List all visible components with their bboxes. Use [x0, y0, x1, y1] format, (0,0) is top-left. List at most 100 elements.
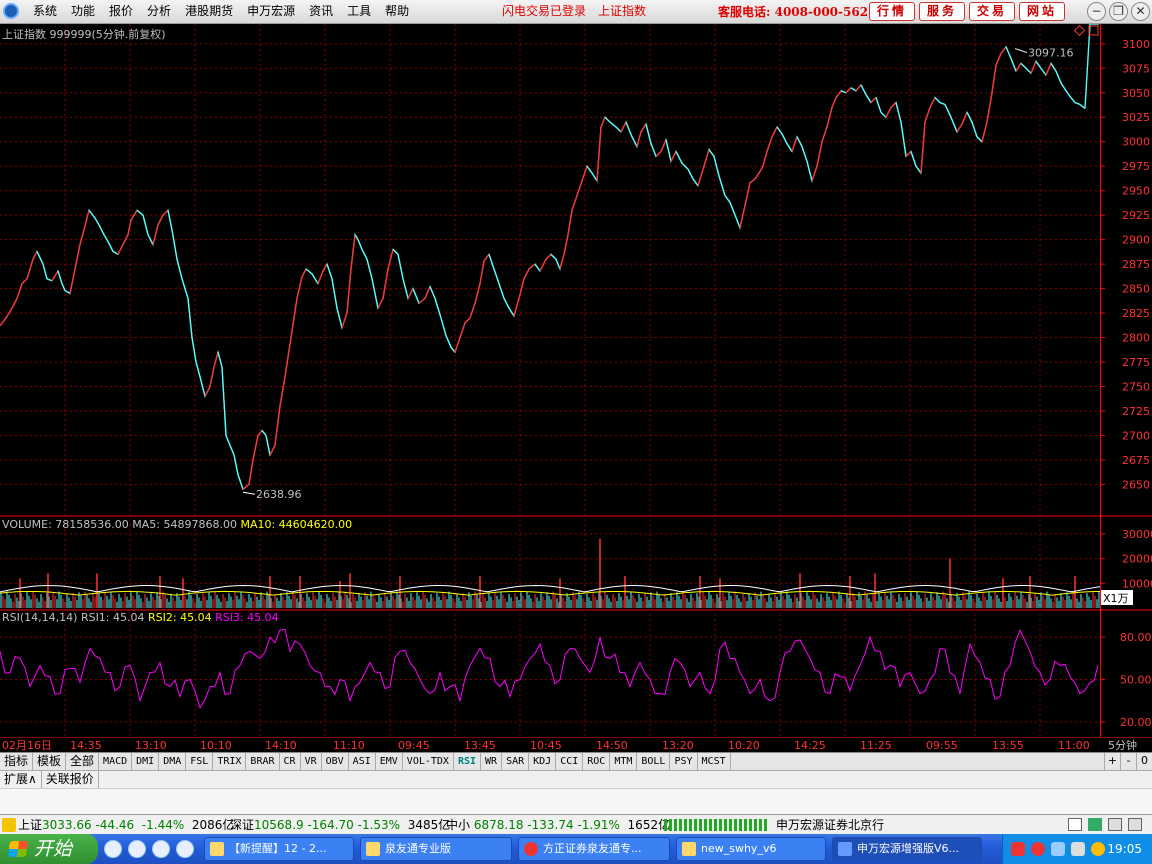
related-quote-tab[interactable]: 关联报价	[42, 771, 99, 788]
time-axis-label: 14:25	[794, 739, 826, 752]
kline-chart[interactable]: 3100 3075 3050 3025 3000 2975 2950 2925 2900 2875…	[0, 24, 1152, 752]
indicator-tabs: 指标 模板 全部 MACD DMI DMA FSL TRIX BRAR CR VR OBV ASI EMV…	[0, 753, 1152, 771]
indicator-tab-dma[interactable]: DMA	[159, 753, 187, 771]
price-tick-label: 2650	[1122, 478, 1150, 491]
indicator-tab-sar[interactable]: SAR	[502, 753, 530, 771]
indicator-tab-emv[interactable]: EMV	[376, 753, 403, 771]
ie-icon[interactable]	[104, 840, 122, 858]
indicator-tab-wr[interactable]: WR	[481, 753, 503, 771]
price-candle	[464, 317, 471, 324]
tray-app-icon[interactable]	[1011, 842, 1025, 856]
minimize-icon[interactable]: −	[1087, 2, 1106, 21]
taskbar-item-shenwan[interactable]: 申万宏源增强版V6...	[832, 837, 982, 861]
indicator-tab-cci[interactable]: CCI	[556, 753, 584, 771]
indicator-tab-roc[interactable]: ROC	[583, 753, 611, 771]
indicator-tab-macd[interactable]: MACD	[99, 753, 133, 771]
price-candle	[64, 289, 71, 295]
period-label: (5分钟.前复权)	[91, 28, 166, 41]
taskbar-item-reminder[interactable]: 【新提醒】12 - 2...	[204, 837, 354, 861]
rsi-tick-label: 20.00	[1120, 716, 1152, 729]
time-axis-label: 11:10	[333, 739, 365, 752]
indicator-tab-指标[interactable]: 指标	[0, 753, 34, 771]
settings-icon[interactable]	[1108, 818, 1122, 831]
sh-index[interactable]: 上证3033.66 -44.46 -1.44% 2086亿	[18, 815, 234, 835]
indicator-tab-brar[interactable]: BRAR	[246, 753, 280, 771]
start-button[interactable]: 开始	[0, 834, 98, 864]
restore-icon[interactable]: ❐	[1109, 2, 1128, 21]
window-icon[interactable]	[1068, 818, 1082, 831]
chart-area[interactable]: 3100 3075 3050 3025 3000 2975 2950 2925 2900 2875…	[0, 24, 1152, 752]
indicator-tab-vol-tdx[interactable]: VOL-TDX	[403, 753, 454, 771]
menu-quote[interactable]: 报价	[102, 0, 140, 24]
indicator-tab-mtm[interactable]: MTM	[610, 753, 638, 771]
tray-antivirus-icon[interactable]	[1031, 842, 1045, 856]
price-candle	[1079, 103, 1086, 109]
price-candle	[811, 165, 818, 182]
zx-index[interactable]: 中小 6878.18 -133.74 -1.91% 1652亿	[446, 815, 670, 835]
indicator-tab-dmi[interactable]: DMI	[132, 753, 160, 771]
tray-notify-icon[interactable]	[1091, 842, 1105, 856]
menu-analysis[interactable]: 分析	[140, 0, 178, 24]
price-candle	[1074, 101, 1081, 106]
menu-hk-futures[interactable]: 港股期货	[178, 0, 240, 24]
login-status[interactable]: 闪电交易已登录	[502, 0, 586, 22]
indicator-tab-psy[interactable]: PSY	[670, 753, 698, 771]
taskbar-item-swhy[interactable]: new_swhy_v6	[676, 837, 826, 861]
sz-index[interactable]: 深证10568.9 -164.70 -1.53% 3485亿	[230, 815, 450, 835]
diamond-icon[interactable]	[1073, 24, 1086, 37]
service-button[interactable]: 服务	[919, 2, 966, 21]
connection-icon[interactable]	[1088, 818, 1102, 831]
quote-button[interactable]: 行情	[869, 2, 916, 21]
indicator-tab-obv[interactable]: OBV	[322, 753, 349, 771]
expand-tab[interactable]: 扩展∧	[0, 771, 42, 788]
price-candle	[636, 131, 642, 147]
windows-logo-icon	[7, 841, 29, 857]
menu-system[interactable]: 系统	[26, 0, 64, 24]
time-axis-label: 02月16日	[2, 739, 52, 752]
time-axis-label: 13:20	[662, 739, 694, 752]
indicator-tab-fsl[interactable]: FSL	[186, 753, 214, 771]
browser-icon[interactable]	[152, 840, 170, 858]
website-button[interactable]: 网站	[1019, 2, 1066, 21]
price-candle	[1065, 90, 1072, 99]
indicator-tab-全部[interactable]: 全部	[66, 753, 100, 771]
menu-help[interactable]: 帮助	[378, 0, 416, 24]
zoom-out-button[interactable]: -	[1120, 753, 1136, 770]
indicator-tab-模板[interactable]: 模板	[33, 753, 67, 771]
price-candle	[581, 165, 588, 182]
menu-news[interactable]: 资讯	[302, 0, 340, 24]
trade-button[interactable]: 交易	[969, 2, 1016, 21]
price-tick-label: 2925	[1122, 209, 1150, 222]
menu-shenwan[interactable]: 申万宏源	[240, 0, 302, 24]
menu-tools[interactable]: 工具	[340, 0, 378, 24]
close-icon[interactable]: ✕	[1131, 2, 1150, 21]
taskbar-item-quanyoutong[interactable]: 泉友通专业版	[360, 837, 512, 861]
media-icon[interactable]	[176, 840, 194, 858]
indicator-tab-cr[interactable]: CR	[280, 753, 301, 771]
reset-button[interactable]: 0	[1136, 753, 1152, 770]
indicator-tab-kdj[interactable]: KDJ	[529, 753, 557, 771]
indicator-tab-trix[interactable]: TRIX	[213, 753, 247, 771]
indicator-tab-asi[interactable]: ASI	[349, 753, 376, 771]
lock-icon[interactable]	[1128, 818, 1142, 831]
price-candle	[1025, 67, 1032, 74]
indicator-tab-rsi[interactable]: RSI	[454, 753, 482, 771]
tray-volume-icon[interactable]	[1071, 842, 1085, 856]
price-candle	[397, 254, 404, 279]
zoom-in-button[interactable]: +	[1104, 753, 1120, 770]
chrome-icon[interactable]	[128, 840, 146, 858]
indicator-tab-vr[interactable]: VR	[301, 753, 322, 771]
price-candle	[57, 270, 63, 284]
price-candle	[387, 249, 394, 270]
indicator-tab-boll[interactable]: BOLL	[637, 753, 671, 771]
folder-icon[interactable]	[2, 818, 16, 832]
indicator-tab-mcst[interactable]: MCST	[698, 753, 731, 771]
price-candle	[176, 259, 183, 279]
price-candle	[1005, 46, 1012, 59]
volume-tick-label: 20000	[1122, 553, 1152, 566]
tray-shield-icon[interactable]	[1051, 842, 1065, 856]
taskbar-item-fangzheng[interactable]: 方正证券泉友通专...	[518, 837, 670, 861]
price-candle	[187, 298, 193, 338]
menu-function[interactable]: 功能	[64, 0, 102, 24]
price-candle	[600, 116, 606, 128]
